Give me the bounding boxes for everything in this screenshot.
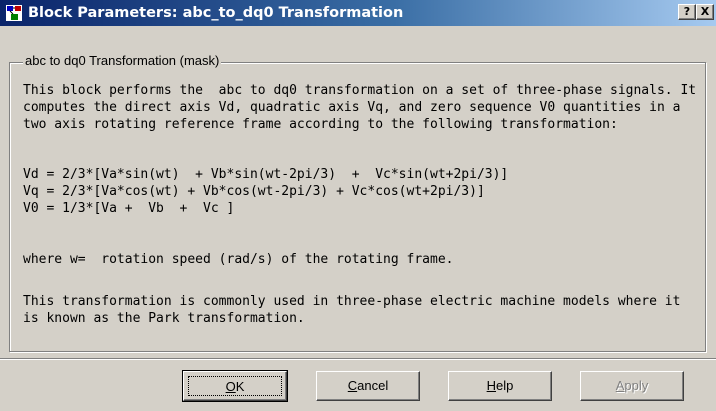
cancel-mnemonic: C <box>347 378 358 393</box>
help-label: elp <box>496 378 514 393</box>
transformation-equations: Vd = 2/3*[Va*sin(wt) + Vb*sin(wt-2pi/3) … <box>23 167 509 216</box>
cancel-label: ancel <box>357 378 389 393</box>
description-paragraph: This block performs the abc to dq0 trans… <box>23 83 697 132</box>
apply-button[interactable]: Apply <box>580 371 684 401</box>
park-transformation-note: This transformation is commonly used in … <box>23 294 681 326</box>
help-button[interactable]: Help <box>448 371 552 401</box>
window-title: Block Parameters: abc_to_dq0 Transformat… <box>28 5 404 21</box>
block-parameters-dialog: Block Parameters: abc_to_dq0 Transformat… <box>0 0 716 411</box>
title-close-button[interactable]: X <box>696 4 714 20</box>
where-note: where w= rotation speed (rad/s) of the r… <box>23 252 454 267</box>
close-icon: X <box>700 5 710 18</box>
title-bar[interactable]: Block Parameters: abc_to_dq0 Transformat… <box>0 0 716 26</box>
title-help-button[interactable]: ? <box>678 4 696 20</box>
focus-rect: OK <box>188 376 282 396</box>
cancel-button[interactable]: Cancel <box>316 371 420 401</box>
ok-mnemonic: O <box>225 379 236 394</box>
simulink-block-icon <box>6 5 22 21</box>
group-label: abc to dq0 Transformation (mask) <box>23 53 222 69</box>
button-separator <box>0 358 716 360</box>
ok-button[interactable]: OK <box>182 370 288 402</box>
ok-label: K <box>235 379 245 394</box>
question-mark-icon: ? <box>683 5 691 18</box>
apply-label: pply <box>624 378 649 393</box>
help-mnemonic: H <box>486 378 497 393</box>
